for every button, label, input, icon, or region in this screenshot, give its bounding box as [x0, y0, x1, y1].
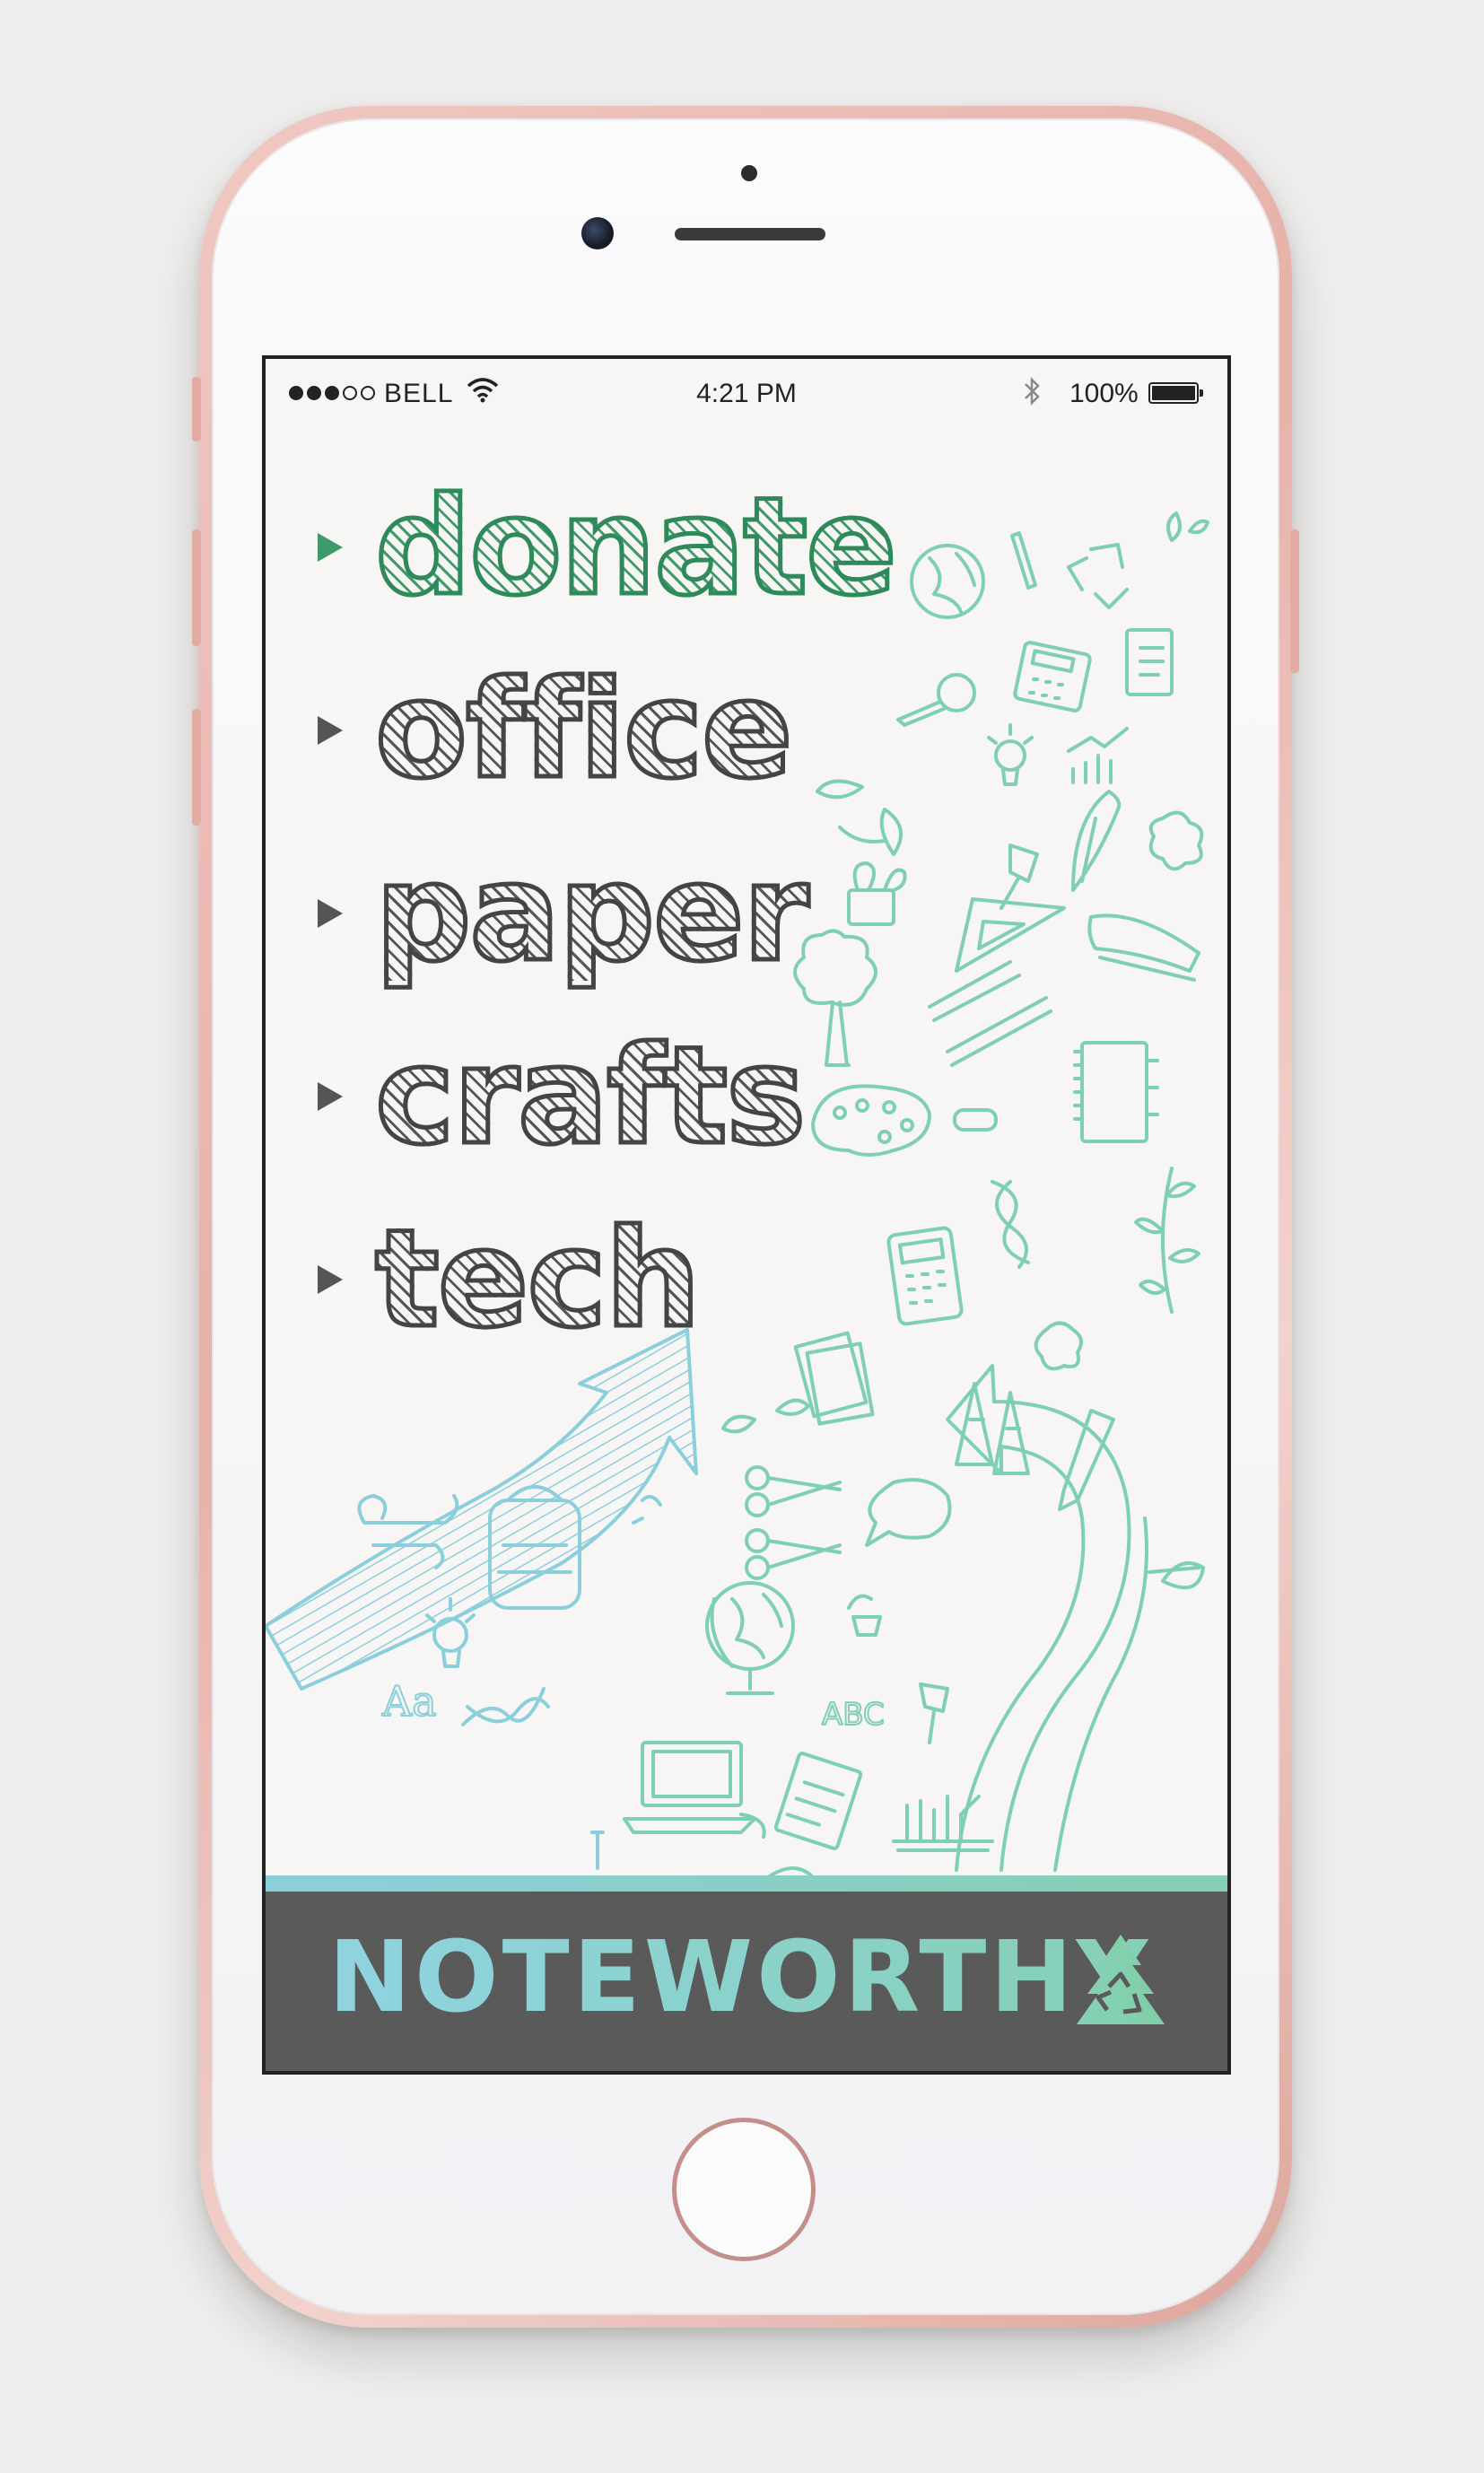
volume-down-button: [192, 709, 201, 826]
brand-name: NOTEWORTHY: [328, 1919, 1152, 2034]
book-icon: [1125, 628, 1174, 696]
calculator-icon-2: [886, 1226, 964, 1326]
menu-item-label: donate: [373, 469, 900, 625]
home-button[interactable]: [672, 2118, 816, 2261]
pens-icon: [928, 960, 1052, 1067]
abc-doodle: ABC: [822, 1697, 885, 1733]
sprig-icon: [1134, 1167, 1200, 1314]
pushpin-icon: [1000, 843, 1039, 910]
laptop-icon: [623, 1741, 766, 1839]
splatter-icon: [632, 1495, 662, 1525]
footer-bar: NOTEWORTHY: [266, 1892, 1227, 2071]
dna-icon-2: [461, 1687, 550, 1726]
menu-item-label: crafts: [372, 1018, 807, 1175]
arrow-doodle: [266, 1328, 698, 1691]
pencil-icon: [1010, 531, 1037, 590]
magnifier-icon: [896, 673, 976, 727]
app-screen: BELL 4:21 PM 100% Aa ABC donate office p…: [262, 355, 1231, 2075]
leaf-icon: [1166, 511, 1209, 542]
menu-item-tech[interactable]: tech: [301, 1188, 895, 1371]
volume-up-button: [192, 529, 201, 646]
speech-bubble-icon: [865, 1478, 952, 1547]
triangle-icon: [318, 716, 343, 745]
triangle-icon: [318, 1082, 343, 1111]
menu-item-donate[interactable]: donate: [301, 456, 900, 639]
chart-icon: [1067, 727, 1129, 784]
recycle-tree-icon: [1077, 1935, 1165, 2024]
pencil-icon-2: [1058, 1409, 1115, 1511]
battery-percentage: 100%: [1069, 379, 1139, 408]
proximity-sensor: [741, 165, 757, 181]
globe-icon: [910, 544, 985, 619]
menu-item-label: office: [373, 652, 796, 808]
eraser-icon: [953, 1108, 998, 1132]
menu-item-paper[interactable]: paper: [301, 822, 895, 1005]
battery-icon: [1148, 382, 1203, 404]
feather-icon: [1071, 790, 1122, 892]
bookshelf-icon: [892, 1795, 994, 1852]
calculator-icon: [1013, 641, 1092, 712]
triangle-icon: [318, 1265, 343, 1294]
test-tube-icon: [590, 1831, 605, 1870]
aa-doodle: Aa: [381, 1677, 437, 1726]
mute-switch: [192, 377, 201, 441]
dna-icon: [991, 1180, 1030, 1269]
recycle-icon: [1067, 543, 1129, 609]
lightbulb-icon: [987, 723, 1034, 786]
globe-stand-icon: [705, 1581, 795, 1695]
footer-gradient-strip: [266, 1875, 1227, 1892]
notepad-icon: [773, 1752, 863, 1850]
bluetooth-icon: [1025, 376, 1040, 406]
pushpin-icon-2: [919, 1682, 949, 1744]
triangle-icon: [318, 899, 343, 928]
status-bar: BELL 4:21 PM 100%: [266, 359, 1227, 433]
battery-fill: [1152, 386, 1195, 400]
notebook-icon: [1073, 1041, 1159, 1143]
earpiece-speaker: [675, 228, 825, 240]
menu-item-office[interactable]: office: [301, 639, 895, 822]
menu-item-label: paper: [373, 835, 812, 992]
leaf-icon-2: [1148, 1561, 1205, 1590]
front-camera: [581, 217, 614, 249]
menu-item-crafts[interactable]: crafts: [301, 1005, 895, 1188]
ink-splat-icon: [1148, 810, 1204, 871]
ink-splat-icon-2: [1034, 1321, 1083, 1371]
menu-item-label: tech: [372, 1202, 703, 1358]
scissors-icon: [745, 1465, 842, 1580]
triangle-icon: [318, 533, 343, 562]
category-menu: donate office paper crafts tech: [301, 456, 900, 1371]
power-button: [1290, 529, 1299, 673]
leaves-icon-2: [721, 1398, 810, 1434]
stapler-icon: [1087, 913, 1200, 982]
plant-pot-icon: [847, 1594, 882, 1637]
